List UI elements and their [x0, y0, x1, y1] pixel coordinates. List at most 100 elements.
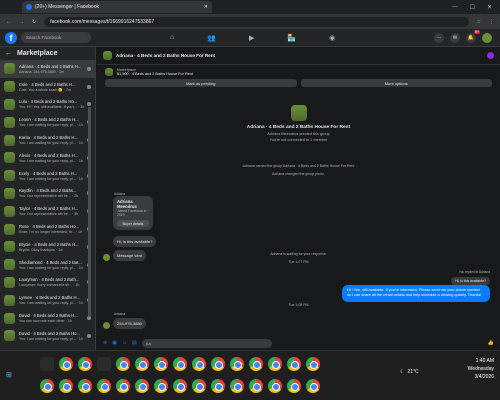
conversation-name: Leonn · 4 Beds and 2 Baths H... [19, 117, 79, 123]
apps-menu-icon[interactable]: ⋯ [434, 32, 444, 43]
star-icon[interactable]: ☆ [477, 19, 481, 25]
profile-avatar[interactable] [482, 32, 492, 43]
mark-pending-button[interactable]: Mark as pending [105, 79, 297, 87]
home-icon[interactable]: ⌂ [170, 34, 174, 42]
taskbar-app-icon[interactable] [192, 357, 206, 371]
sticker-icon[interactable]: ☺ [122, 340, 127, 346]
taskbar-app-icon[interactable] [97, 379, 111, 393]
more-options-button[interactable]: More options [300, 79, 492, 87]
taskbar-app-icon[interactable] [287, 379, 301, 393]
conversation-name: Taylor · 4 Beds and 2 Baths H... [19, 206, 79, 212]
taskbar-app-icon[interactable] [40, 357, 54, 371]
maximize-icon[interactable]: ☐ [470, 4, 475, 11]
conversation-item[interactable]: Karita · 4 Beds and 2 Baths H... You: I a… [0, 131, 95, 149]
taskbar-app-icon[interactable] [268, 379, 282, 393]
listing-summary[interactable]: Marketplace $1,500 · 4 Beds and 2 Baths … [97, 65, 500, 79]
message-input[interactable]: Aa [141, 338, 272, 348]
sidebar-scrollbar[interactable] [88, 107, 91, 317]
marketplace-icon[interactable]: 🏪 [287, 34, 296, 42]
conversation-preview: Brycie: Okay thankyou · 1w [19, 247, 63, 252]
conversation-info-icon[interactable] [487, 52, 494, 59]
taskbar-app-icon[interactable] [135, 379, 149, 393]
back-icon[interactable]: ← [6, 19, 11, 25]
conversation-item[interactable]: Taylor · 4 Beds and 2 Baths H... You: Our… [0, 202, 95, 220]
menu-dots-icon[interactable]: ⋮ [489, 19, 494, 25]
taskbar-app-icon[interactable] [249, 357, 263, 371]
conversation-item[interactable]: Rose · 4 Beds and 2 Baths Ho... Rose: I'm… [0, 220, 95, 238]
taskbar-app-icon[interactable] [154, 357, 168, 371]
taskbar-app-icon[interactable] [192, 379, 206, 393]
taskbar-app-icon[interactable] [306, 357, 320, 371]
friends-icon[interactable]: 👥 [207, 34, 216, 42]
taskbar-app-icon[interactable] [306, 379, 320, 393]
message-bubble: Hi, is this available? [113, 236, 157, 247]
taskbar-app-icon[interactable] [40, 379, 54, 393]
listing-thumbnail [4, 241, 15, 253]
minimize-icon[interactable]: — [452, 4, 458, 11]
start-icon[interactable]: ⊞ [6, 371, 12, 379]
conversation-item[interactable]: Leonn · 4 Beds and 2 Baths H... You: I am… [0, 113, 95, 131]
system-clock[interactable]: 1:40 AM Wednesday 3/4/2026 [468, 357, 494, 381]
taskbar-app-icon[interactable] [211, 357, 225, 371]
conversation-item[interactable]: Lulu · 4 Beds and 2 Baths Ho... You: Hi !… [0, 96, 95, 114]
buyer-name: Adriana Meeodrus [117, 199, 137, 209]
top-right-icons: ⋯ ✉ 🔔 9+ [434, 29, 492, 43]
conversation-item[interactable]: Kaydlin · 4 Beds and 2 Baths... You: Our … [0, 185, 95, 203]
back-arrow-icon[interactable]: ← [5, 50, 12, 57]
taskbar-app-icon[interactable] [173, 357, 187, 371]
notifications-icon[interactable]: 🔔 9+ [466, 29, 480, 43]
conversation-item[interactable]: Ecely · 4 Beds and 2 Baths H... You: I am… [0, 167, 95, 185]
taskbar-app-icon[interactable] [287, 357, 301, 371]
url-bar[interactable]: facebook.com/messages/t/1669916247533867 [44, 16, 469, 27]
gif-icon[interactable]: ▤ [132, 340, 137, 346]
conversation-name: Adriana · 4 Beds and 2 Baths H... [19, 63, 82, 69]
conversation-text: Alexis · 4 Beds and 2 Baths H... You: I a… [19, 153, 87, 163]
thumbs-up-icon[interactable]: 👍 [488, 340, 494, 346]
weather-widget[interactable]: ☾ 21°C [400, 369, 419, 375]
taskbar-app-icon[interactable] [59, 379, 73, 393]
read-status-icon [87, 84, 91, 89]
taskbar-app-icon[interactable] [116, 357, 130, 371]
close-tab-icon[interactable]: ✕ [204, 4, 208, 10]
facebook-search-input[interactable]: Search Facebook [21, 32, 91, 43]
conversation-item[interactable]: David · 4 Beds and 2 Baths H... You can n… [0, 309, 95, 327]
forward-icon[interactable]: → [19, 19, 24, 25]
taskbar-app-icon[interactable] [116, 379, 130, 393]
conversation-name: Karita · 4 Beds and 2 Baths H... [19, 135, 78, 141]
taskbar-app-icon[interactable] [268, 357, 282, 371]
conversation-item[interactable]: Adriana · 4 Beds and 2 Baths H... Adriana… [0, 60, 95, 78]
taskbar-app-icon[interactable] [230, 379, 244, 393]
taskbar-app-icon[interactable] [135, 357, 149, 371]
taskbar-app-icon[interactable] [211, 379, 225, 393]
reload-icon[interactable]: ↻ [32, 19, 36, 25]
buyer-details-button[interactable]: Buyer details [117, 220, 149, 227]
video-icon[interactable]: ▶ [249, 34, 254, 42]
image-icon[interactable]: ▣ [112, 340, 117, 346]
conversation-item[interactable]: Lauryman · 4 Beds and 2 Bath... Lauryman:… [0, 274, 95, 292]
taskbar-app-icon[interactable] [78, 357, 92, 371]
system-message: Adriana changed the group photo. [272, 172, 325, 176]
close-window-icon[interactable]: ✕ [487, 4, 492, 11]
taskbar-app-icon[interactable] [230, 357, 244, 371]
avatar[interactable] [103, 322, 110, 329]
conversation-item[interactable]: Cole · 4 Beds and 2 Baths H... Cole: You … [0, 78, 95, 96]
plus-icon[interactable]: ⊕ [103, 340, 107, 346]
groups-icon[interactable]: ◉ [329, 34, 335, 42]
browser-tab[interactable]: (20+) Messenger | Facebook ✕ [22, 1, 212, 13]
facebook-logo-icon[interactable]: f [5, 31, 17, 44]
messenger-icon[interactable]: ✉ [450, 32, 460, 43]
conversation-item[interactable]: Alexis · 4 Beds and 2 Baths H... You: I a… [0, 149, 95, 167]
taskbar-app-icon[interactable] [97, 357, 111, 371]
taskbar-app-icon[interactable] [78, 379, 92, 393]
conversation-item[interactable]: Shediamond · 4 Beds and 2 Bat... You: I a… [0, 256, 95, 274]
taskbar-app-icon[interactable] [154, 379, 168, 393]
conversation-item[interactable]: Lyssee · 4 Beds and 2 Baths H... You: I a… [0, 291, 95, 309]
taskbar-app-icon[interactable] [249, 379, 263, 393]
read-status-icon [87, 333, 91, 338]
taskbar-app-icon[interactable] [59, 357, 73, 371]
conversation-item[interactable]: David · 4 Beds and 2 Baths Ho... You: I a… [0, 327, 95, 345]
sidebar-title: Marketplace [17, 50, 58, 57]
conversation-item[interactable]: Brycie · 4 Beds and 2 Baths H... Brycie: … [0, 238, 95, 256]
chat-title[interactable]: Adriana · 4 Beds and 2 Baths House For R… [116, 53, 215, 58]
taskbar-app-icon[interactable] [173, 379, 187, 393]
